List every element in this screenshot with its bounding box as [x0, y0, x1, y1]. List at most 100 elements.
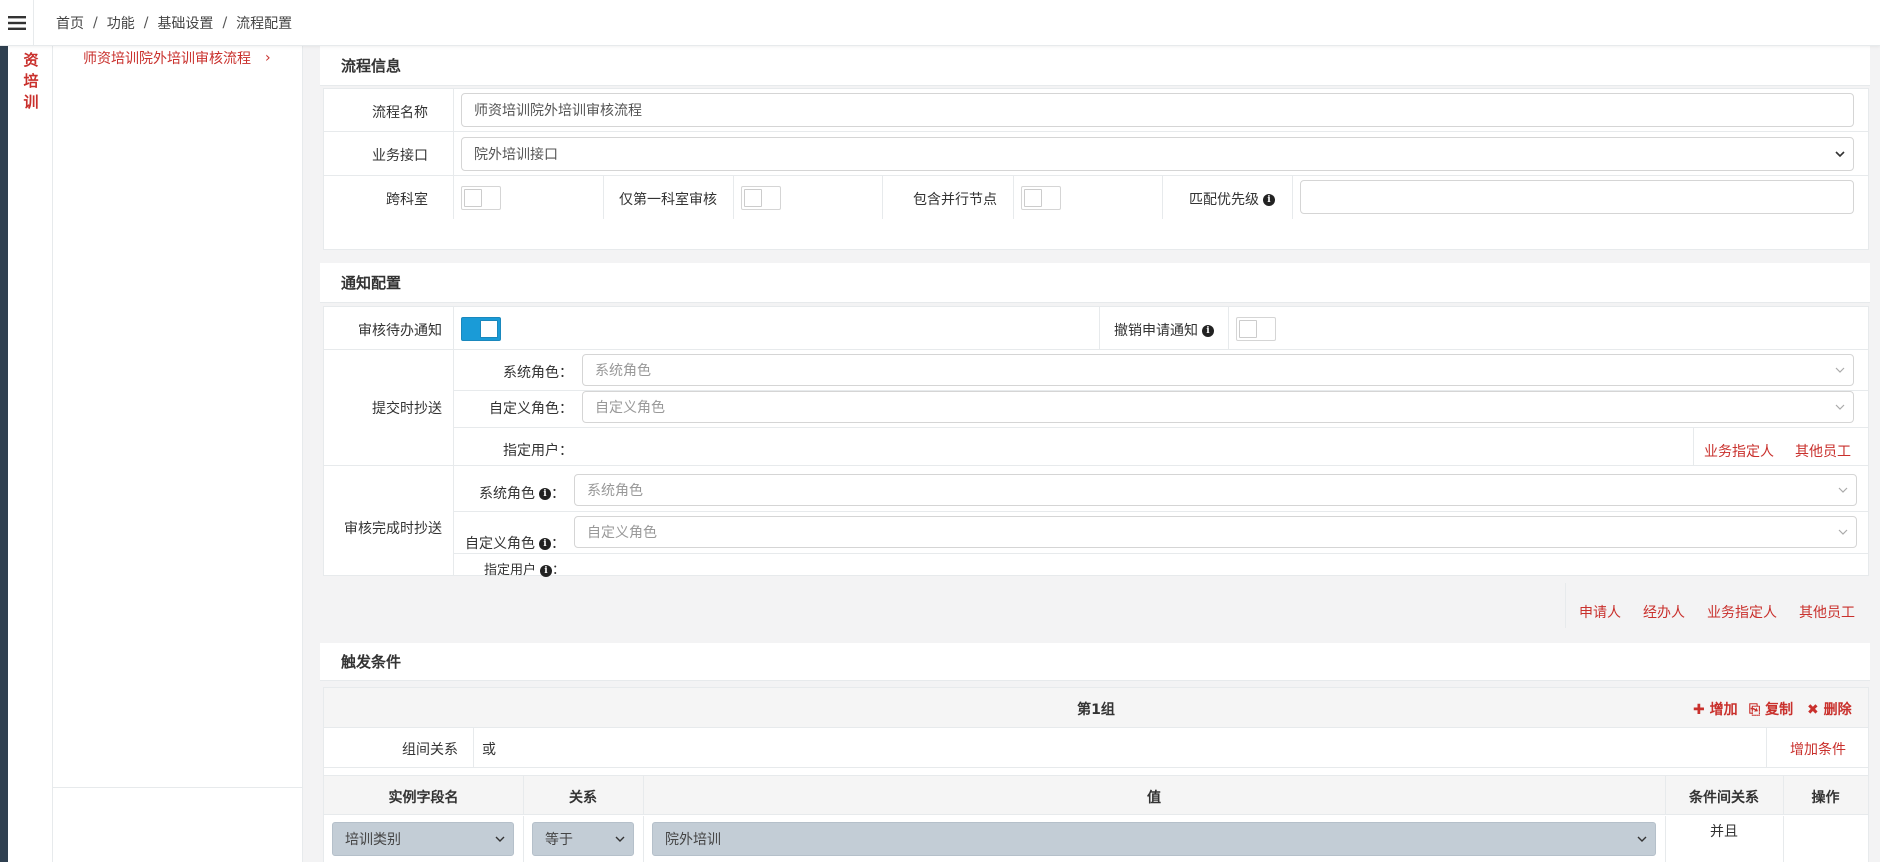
parallel-node-toggle[interactable] [1021, 186, 1061, 210]
group-header-row: 第1组 ✚ 增加 ⎘ 复制 ✖ 删除 [324, 688, 1868, 728]
placeholder-text: 系统角色 [595, 363, 651, 379]
vertical-nav-label[interactable]: 资培训 [22, 50, 40, 113]
main-content: 流程信息 流程名称 师资培训院外培训审核流程 业务接口 院外培训接口 跨科室 仅… [318, 46, 1870, 862]
flow-name-label: 流程名称 [372, 105, 428, 121]
done-user-label: 指定用户 i： [483, 563, 565, 578]
priority-input[interactable] [1300, 180, 1854, 214]
breadcrumb-function[interactable]: 功能 [107, 13, 135, 33]
flow-info-form: 流程名称 师资培训院外培训审核流程 业务接口 院外培训接口 跨科室 仅第一科室审… [323, 88, 1869, 250]
copy-group-button[interactable]: ⎘ 复制 [1749, 699, 1793, 719]
info-icon[interactable]: i [539, 564, 552, 577]
chevron-right-icon: › [265, 50, 271, 66]
chevron-down-icon [495, 836, 505, 842]
interface-select[interactable]: 院外培训接口 [461, 137, 1854, 171]
done-sys-role-select[interactable]: 系统角色 [574, 474, 1857, 506]
vertical-nav: 资培训 [8, 46, 53, 862]
left-strip [0, 46, 8, 862]
relation-select[interactable]: 等于 [532, 822, 634, 856]
business-assignee-link[interactable]: 业务指定人 [1704, 441, 1774, 461]
parallel-node-label: 包含并行节点 [913, 192, 997, 208]
info-icon[interactable]: i [539, 538, 551, 550]
todo-label: 审核待办通知 [358, 323, 442, 339]
top-bar: 首页 / 功能 / 基础设置 / 流程配置 [0, 0, 1880, 46]
value-select[interactable]: 院外培训 [652, 822, 1656, 856]
chevron-down-icon [1637, 836, 1647, 842]
done-custom-role-label: 自定义角色 i： [465, 536, 565, 552]
sub-navigation: 师资培训院外培训审核流程 › [53, 46, 303, 862]
first-dept-only-toggle[interactable] [741, 186, 781, 210]
done-cc-label: 审核完成时抄送 [344, 521, 442, 537]
chevron-down-icon [615, 836, 625, 842]
chevron-down-icon [1838, 529, 1848, 535]
submit-cc-row: 提交时抄送 系统角色： 系统角色 自定义角色： 自定义角色 指定用户： 业务指定… [324, 350, 1868, 466]
cond-relation-value[interactable]: 并且 [1665, 821, 1783, 841]
done-links-divider [1565, 583, 1566, 628]
subnav-divider [53, 787, 303, 788]
submit-user-label: 指定用户： [503, 443, 573, 459]
add-group-button[interactable]: ✚ 增加 [1693, 699, 1738, 719]
cross-dept-label: 跨科室 [386, 192, 428, 208]
relation-select-value: 等于 [545, 832, 573, 848]
chevron-down-icon [1835, 151, 1845, 158]
breadcrumb-flow-config: 流程配置 [236, 15, 293, 32]
cross-dept-toggle[interactable] [461, 186, 501, 210]
chevron-down-icon [1835, 404, 1845, 410]
chevron-down-icon [1838, 487, 1848, 493]
menu-toggle-button[interactable] [0, 0, 34, 46]
delete-group-button[interactable]: ✖ 删除 [1807, 699, 1852, 719]
other-staff-link[interactable]: 其他员工 [1795, 441, 1851, 461]
done-other-staff-link[interactable]: 其他员工 [1799, 602, 1855, 622]
done-cc-row: 审核完成时抄送 系统角色 i： 系统角色 自定义角色 i： 自定义角色 指定用户 i： [324, 466, 1868, 578]
handler-link[interactable]: 经办人 [1643, 602, 1685, 622]
trigger-form: 第1组 ✚ 增加 ⎘ 复制 ✖ 删除 组间关系 或 增加条件 实例字段名 关系 … [323, 687, 1869, 862]
first-dept-only-label: 仅第一科室审核 [619, 192, 717, 208]
flow-name-row: 流程名称 师资培训院外培训审核流程 [324, 89, 1868, 132]
placeholder-text: 自定义角色 [587, 525, 657, 541]
done-business-assignee-link[interactable]: 业务指定人 [1707, 602, 1777, 622]
chevron-down-icon [1835, 367, 1845, 373]
todo-toggle[interactable] [461, 317, 501, 341]
revoke-toggle[interactable] [1236, 317, 1276, 341]
breadcrumb-home[interactable]: 首页 [56, 13, 84, 33]
placeholder-text: 系统角色 [587, 483, 643, 499]
interface-label: 业务接口 [372, 148, 428, 164]
group-title: 第1组 [1077, 702, 1115, 718]
info-icon[interactable]: i [1263, 194, 1275, 206]
group-relation-row: 组间关系 或 增加条件 [324, 728, 1868, 768]
group-relation-value[interactable]: 或 [482, 739, 496, 759]
applicant-link[interactable]: 申请人 [1579, 602, 1621, 622]
submit-sys-role-select[interactable]: 系统角色 [582, 354, 1854, 386]
submit-custom-role-label: 自定义角色： [489, 401, 573, 417]
col-field: 实例字段名 [388, 790, 459, 806]
condition-row: 培训类别 等于 院外培训 并且 [324, 816, 1868, 862]
notify-form: 审核待办通知 撤销申请通知 i 提交时抄送 系统角色： 系统角色 自定义角色： 自… [323, 306, 1869, 578]
col-relation: 关系 [569, 790, 597, 806]
subnav-item-label: 师资培训院外培训审核流程 [83, 51, 251, 67]
col-value: 值 [1147, 790, 1161, 806]
subnav-item-flow[interactable]: 师资培训院外培训审核流程 › [83, 48, 271, 68]
interface-select-value: 院外培训接口 [474, 147, 558, 163]
field-select[interactable]: 培训类别 [332, 822, 514, 856]
group-relation-label: 组间关系 [402, 742, 458, 758]
value-select-value: 院外培训 [665, 832, 721, 848]
priority-label: 匹配优先级 i [1172, 189, 1275, 209]
submit-cc-label: 提交时抄送 [372, 401, 442, 417]
done-sys-role-label: 系统角色 i： [479, 486, 565, 502]
options-row: 跨科室 仅第一科室审核 包含并行节点 匹配优先级 i [324, 176, 1868, 219]
breadcrumb: 首页 / 功能 / 基础设置 / 流程配置 [56, 13, 293, 33]
trigger-title: 触发条件 [320, 643, 1870, 681]
flow-info-title: 流程信息 [320, 46, 1870, 86]
condition-header-row: 实例字段名 关系 值 条件间关系 操作 [324, 775, 1868, 815]
flow-name-input[interactable]: 师资培训院外培训审核流程 [461, 93, 1854, 127]
info-icon[interactable]: i [1202, 325, 1214, 337]
done-custom-role-select[interactable]: 自定义角色 [574, 516, 1857, 548]
breadcrumb-basic-settings[interactable]: 基础设置 [157, 13, 213, 33]
add-condition-link[interactable]: 增加条件 [1790, 739, 1846, 759]
info-icon[interactable]: i [539, 488, 551, 500]
notify-title: 通知配置 [320, 263, 1870, 303]
col-cond-relation: 条件间关系 [1689, 790, 1759, 806]
field-select-value: 培训类别 [345, 832, 401, 848]
submit-custom-role-select[interactable]: 自定义角色 [582, 391, 1854, 423]
hamburger-icon [7, 15, 26, 30]
submit-sys-role-label: 系统角色： [503, 365, 573, 381]
